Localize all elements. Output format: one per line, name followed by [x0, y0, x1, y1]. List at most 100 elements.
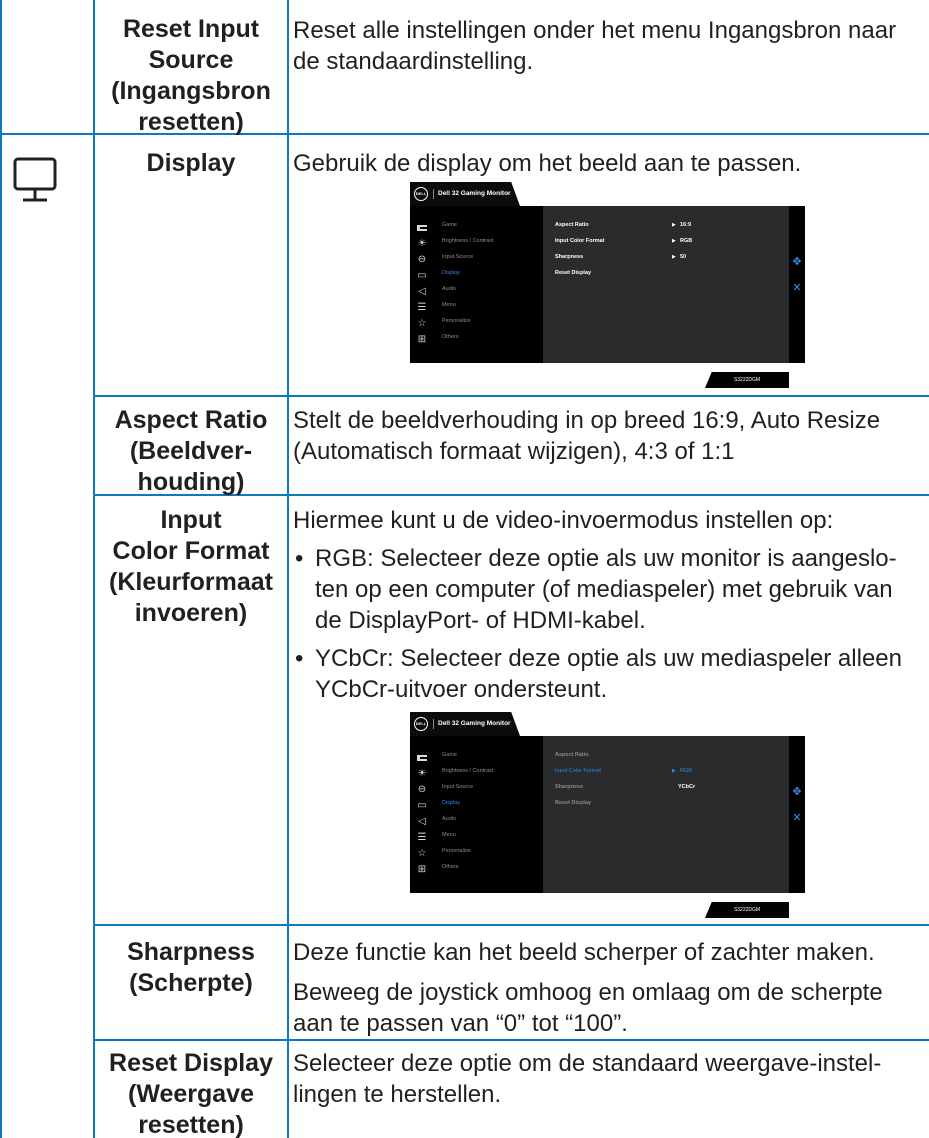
osd-menu-item: ☆ Personalize: [417, 318, 471, 329]
osd-menu-item: ▭ Display: [417, 800, 461, 811]
osd-menu-item: ☀ Brightness / Contrast: [417, 238, 494, 249]
osd-options-panel: [543, 736, 789, 893]
table-border-left: [0, 0, 2, 1138]
name-line: resetten): [138, 108, 244, 136]
name-line: houding): [137, 468, 245, 496]
osd-option-label: Aspect Ratio: [555, 222, 589, 228]
name-line: invoeren): [134, 599, 248, 627]
osd-screenshot-1: DELL Dell 32 Gaming Monitor Game ☀ Bright…: [410, 182, 805, 388]
name-line: (Beeldver-: [129, 437, 253, 465]
dell-logo: DELL: [414, 717, 428, 731]
menu-icon: ☰: [417, 832, 427, 843]
audio-icon: ◁: [418, 286, 426, 297]
joystick-icon: ✥: [792, 256, 802, 268]
row-divider: [93, 1039, 929, 1041]
osd-option-label: Reset Display: [555, 800, 592, 806]
bullet-rgb: RGB: Selecteer deze optie als uw monitor…: [293, 543, 923, 636]
osd-menu-list: Game ☀ Brightness / Contrast ⊖ Input Sourc…: [410, 220, 543, 350]
table-border-col2: [287, 0, 289, 1138]
name-line: Source: [148, 46, 234, 74]
row-name-sharpness: Sharpness (Scherpte): [95, 937, 287, 999]
osd-option-label: Sharpness: [555, 784, 584, 790]
osd-menu-item: ☀ Brightness / Contrast: [417, 768, 494, 779]
monitor-icon: [13, 157, 57, 202]
row-desc-sharpness: Deze functie kan het beeld scherper of z…: [293, 937, 923, 1039]
osd-menu-item: ⊖ Input Source: [417, 784, 474, 795]
osd-menu-item: ◁ Audio: [410, 814, 540, 830]
row-desc-aspect-ratio: Stelt de beeldverhouding in op breed 16:…: [293, 407, 881, 465]
display-icon: ▭: [417, 800, 427, 811]
row-desc-reset-display: Selecteer deze optie om de standaard wee…: [293, 1050, 882, 1108]
name-line: Reset Display: [109, 1049, 273, 1077]
osd-option-arrow: ▶: [672, 222, 676, 228]
display-icon: ▭: [417, 270, 427, 281]
osd-screenshot-2: DELL Dell 32 Gaming Monitor Game ☀ Bright…: [410, 712, 805, 918]
close-icon: ✕: [792, 812, 802, 824]
row-divider: [93, 924, 929, 926]
osd-menu-item: ⊖ Input Source: [417, 254, 474, 265]
osd-title-separator: [433, 189, 434, 199]
row-desc-display: Gebruik de display om het beeld aan te p…: [293, 150, 802, 177]
row-name-reset-input-source: Reset Input Source (Ingangsbron resetten…: [95, 14, 287, 138]
osd-menu-item: ☰ Menu: [417, 302, 456, 313]
osd-menu-item: ⊞ Others: [417, 864, 459, 875]
others-icon: ⊞: [417, 334, 427, 345]
osd-option-value: RGB: [680, 238, 693, 244]
osd-option-label-selected: Input Color Format: [555, 768, 601, 774]
osd-menu-item: ⊞ Others: [417, 334, 459, 345]
osd-menu-item: ☰ Menu: [417, 832, 456, 843]
close-icon: ✕: [792, 282, 802, 294]
osd-option-value-rgb: RGB: [680, 768, 692, 774]
personalize-icon: ☆: [417, 318, 427, 329]
osd-option-arrow: ▶: [672, 238, 676, 244]
bullet-ycbcr: YCbCr: Selecteer deze optie als uw media…: [293, 643, 923, 705]
row-name-aspect-ratio: Aspect Ratio (Beeldver- houding): [95, 405, 287, 498]
osd-menu-item: ▭ Display: [417, 270, 461, 281]
osd-option-value: 16:9: [680, 222, 692, 228]
osd-option-label: Aspect Ratio: [555, 752, 589, 758]
brightness-icon: ☀: [417, 238, 427, 249]
row-desc-input-color-format: Hiermee kunt u de video-invoermodus inst…: [293, 505, 923, 705]
osd-menu-list: Game ☀ Brightness / Contrast ⊖ Input Sourc…: [410, 750, 543, 880]
osd-title: Dell 32 Gaming Monitor: [438, 720, 511, 727]
osd-title: Dell 32 Gaming Monitor: [438, 190, 511, 197]
row-divider: [93, 395, 929, 397]
osd-menu-item: Game: [410, 750, 540, 766]
osd-title-separator: [433, 719, 434, 729]
name-line: (Ingangsbron: [111, 77, 271, 105]
audio-icon: ◁: [418, 816, 426, 827]
osd-menu-item: ☆ Personalize: [417, 848, 471, 859]
name-line: (Scherpte): [129, 969, 253, 997]
menu-icon: ☰: [417, 302, 427, 313]
osd-option-value: 50: [680, 254, 687, 260]
game-icon: [417, 225, 427, 231]
name-line: resetten): [138, 1111, 244, 1138]
name-line: Aspect Ratio: [114, 406, 268, 434]
name-line: Sharpness: [127, 938, 255, 966]
intro-text: Hiermee kunt u de video-invoermodus inst…: [293, 507, 834, 534]
name-line: (Kleurformaat: [109, 568, 273, 596]
osd-model-tab: S3222DGM: [705, 372, 789, 388]
osd-model-tab: S3222DGM: [705, 902, 789, 918]
name-line: Input: [160, 506, 222, 534]
osd-options-panel: [543, 206, 789, 363]
brightness-icon: ☀: [417, 768, 427, 779]
osd-menu-item: Game: [410, 220, 540, 236]
dell-logo: DELL: [414, 187, 428, 201]
personalize-icon: ☆: [417, 848, 427, 859]
sharpness-desc-2: Beweeg de joystick omhoog en omlaag om d…: [293, 979, 883, 1037]
osd-option-label: Sharpness: [555, 254, 584, 260]
joystick-icon: ✥: [792, 786, 802, 798]
others-icon: ⊞: [417, 864, 427, 875]
game-icon: [417, 755, 427, 761]
row-name-display: Display: [146, 149, 236, 177]
input-source-icon: ⊖: [417, 784, 427, 795]
name-line: Reset Input: [122, 15, 260, 43]
osd-option-label: Input Color Format: [555, 238, 605, 244]
name-line: Color Format: [112, 537, 270, 565]
osd-menu-item: ◁ Audio: [410, 284, 540, 300]
sharpness-desc-1: Deze functie kan het beeld scherper of z…: [293, 939, 875, 966]
name-line: (Weergave: [128, 1080, 254, 1108]
row-name-input-color-format: Input Color Format (Kleurformaat invoere…: [95, 505, 287, 629]
input-source-icon: ⊖: [417, 254, 427, 265]
